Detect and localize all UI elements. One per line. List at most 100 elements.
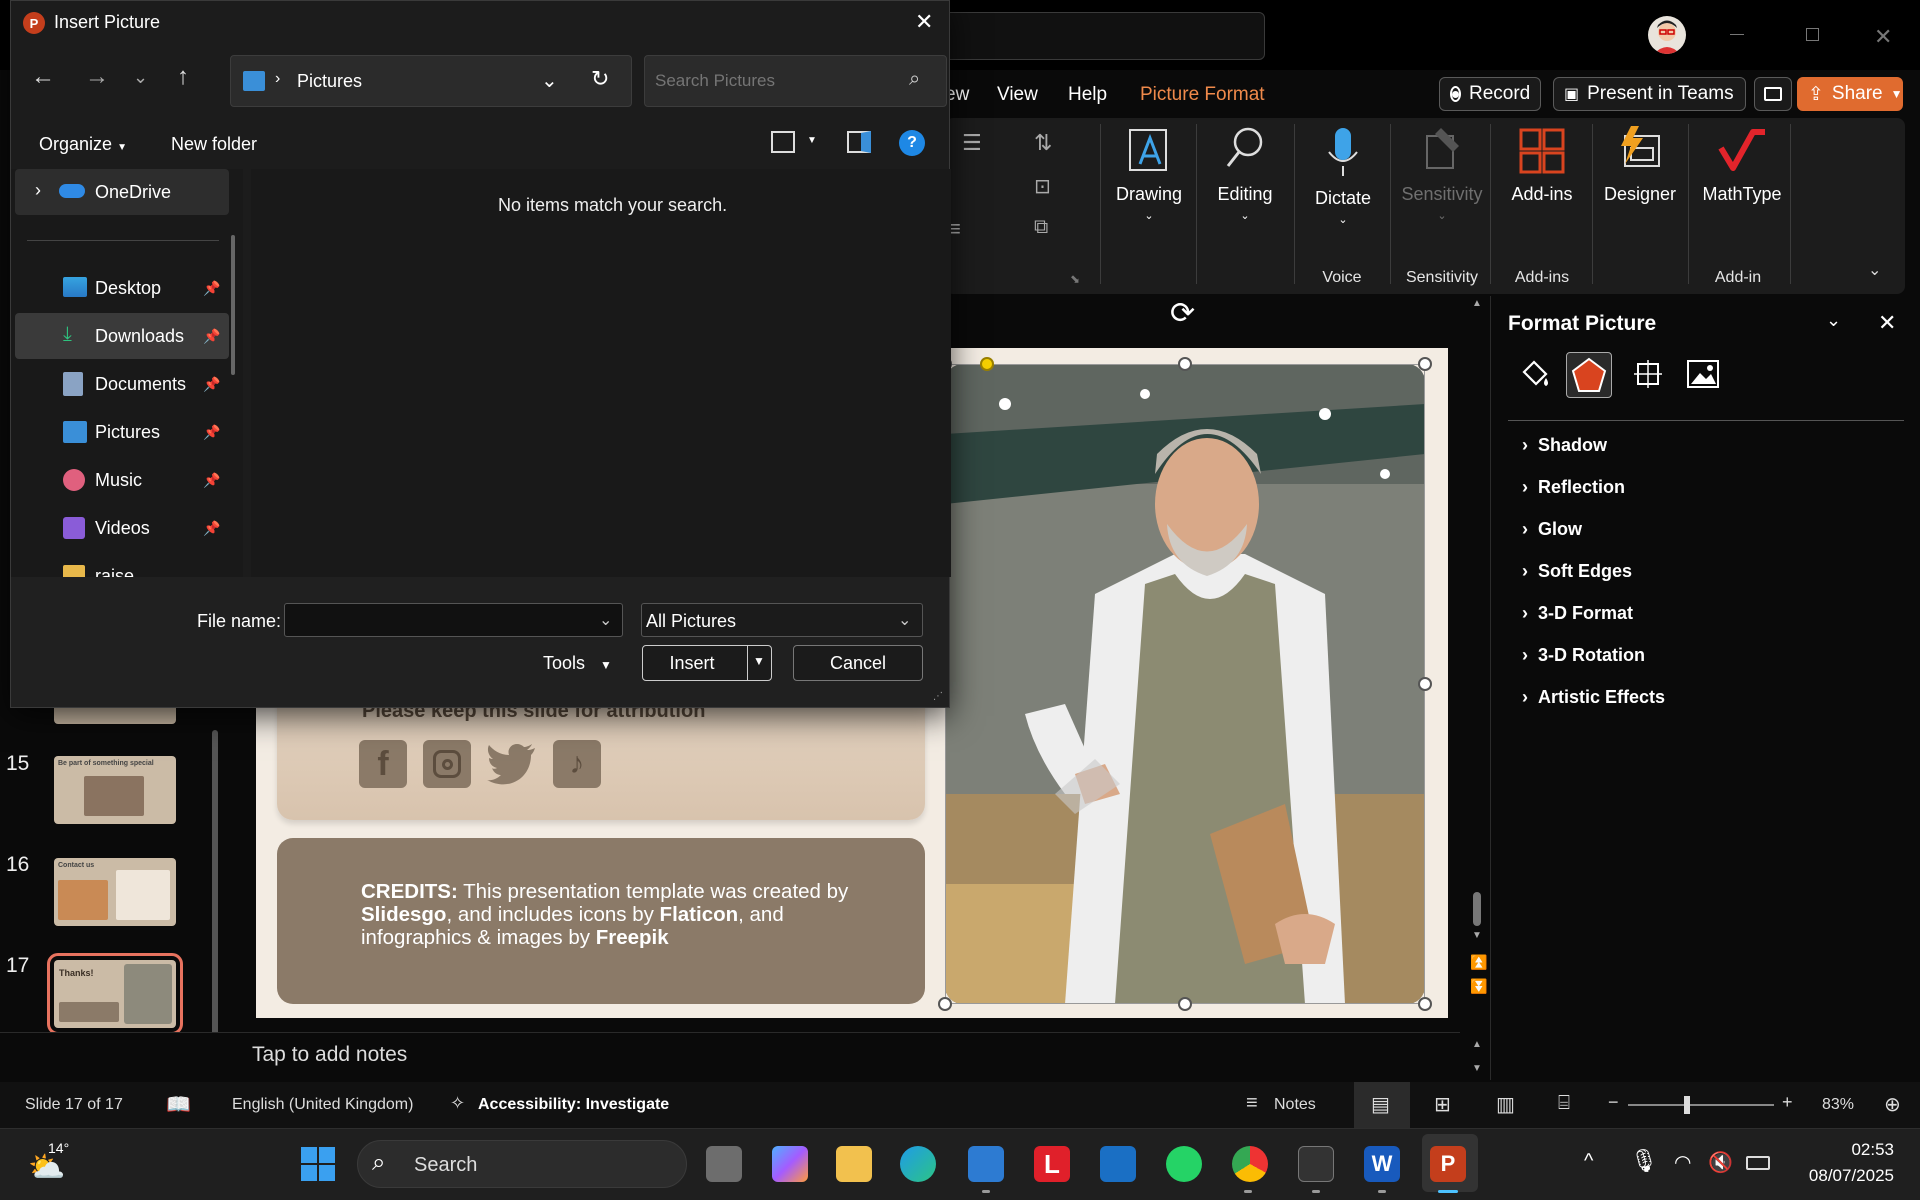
pin-icon[interactable]: 📌	[203, 328, 220, 345]
insert-options-chevron-icon[interactable]: ▼	[753, 654, 765, 668]
notes-pane[interactable]: Tap to add notes ▲ ▼	[0, 1032, 1482, 1078]
line-spacing-icon[interactable]: ☰	[962, 130, 982, 156]
task-view-icon[interactable]	[706, 1146, 742, 1182]
notes-toggle[interactable]: Notes	[1274, 1096, 1316, 1114]
text-direction-icon[interactable]: ⇅	[1034, 130, 1052, 156]
minimize-icon[interactable]	[1730, 34, 1744, 35]
insert-button[interactable]: Insert ▼	[642, 645, 772, 681]
section-reflection[interactable]: › Reflection	[1522, 477, 1625, 498]
pin-icon[interactable]: 📌	[203, 376, 220, 393]
align-text-icon[interactable]: ⊡	[1034, 174, 1051, 199]
share-button[interactable]: ⇪ Share ▼	[1797, 77, 1903, 111]
section-3d-format[interactable]: › 3-D Format	[1522, 603, 1633, 624]
breadcrumb-pictures[interactable]: Pictures	[297, 71, 362, 92]
window-close-icon[interactable]: ✕	[1874, 24, 1892, 50]
help-icon[interactable]: ?	[899, 130, 925, 156]
file-type-select[interactable]: All Pictures ⌄	[641, 603, 923, 637]
wifi-icon[interactable]: ◠	[1674, 1150, 1691, 1175]
slideshow-icon[interactable]: ⌸	[1558, 1092, 1570, 1115]
adjustment-handle[interactable]	[980, 357, 994, 371]
nav-onedrive[interactable]: › OneDrive	[15, 169, 229, 215]
scroll-down-icon[interactable]: ▼	[1472, 930, 1482, 941]
zoom-slider-thumb[interactable]	[1684, 1096, 1690, 1114]
rotate-handle-icon[interactable]: ⟳	[1170, 296, 1195, 331]
collapse-ribbon-icon[interactable]: ⌄	[1868, 260, 1881, 280]
dictate-button[interactable]: Dictate ⌄	[1306, 124, 1380, 226]
lastpass-icon[interactable]: L	[1034, 1146, 1070, 1182]
picture-icon[interactable]	[1686, 358, 1720, 390]
dialog-close-icon[interactable]: ✕	[915, 9, 933, 35]
slide-thumbnail-16[interactable]: Contact us	[54, 858, 176, 926]
nav-music[interactable]: Music 📌	[15, 457, 225, 503]
weather-temperature[interactable]: 14°	[48, 1140, 69, 1156]
fill-line-icon[interactable]	[1518, 356, 1552, 390]
tools-menu[interactable]: Tools ▼	[543, 653, 612, 674]
chrome-icon[interactable]	[1232, 1146, 1268, 1182]
pin-icon[interactable]: 📌	[203, 472, 220, 489]
app-icon[interactable]	[1298, 1146, 1334, 1182]
nav-scrollbar[interactable]	[231, 235, 235, 375]
slide-sorter-icon[interactable]: ⊞	[1434, 1092, 1451, 1117]
section-soft-edges[interactable]: › Soft Edges	[1522, 561, 1632, 582]
tab-view[interactable]: View	[997, 84, 1038, 106]
outlook-icon[interactable]	[1100, 1146, 1136, 1182]
nav-videos[interactable]: Videos 📌	[15, 505, 225, 551]
nav-documents[interactable]: Documents 📌	[15, 361, 225, 407]
nav-downloads[interactable]: ⤓ Downloads 📌	[15, 313, 229, 359]
change-view-icon[interactable]	[771, 131, 795, 153]
language-indicator[interactable]: English (United Kingdom)	[232, 1096, 413, 1114]
designer-button[interactable]: Designer	[1600, 124, 1680, 205]
resize-handle[interactable]	[1178, 357, 1192, 371]
search-pictures-input[interactable]	[655, 68, 895, 94]
notes-placeholder[interactable]: Tap to add notes	[252, 1043, 407, 1067]
powerpoint-taskbar-icon[interactable]: P	[1430, 1146, 1466, 1182]
pin-icon[interactable]: 📌	[203, 280, 220, 297]
section-glow[interactable]: › Glow	[1522, 519, 1582, 540]
scroll-up-icon[interactable]: ▲	[1472, 1039, 1482, 1050]
start-button[interactable]	[300, 1146, 336, 1182]
thumbnail-scrollbar[interactable]	[212, 730, 218, 1050]
section-artistic-effects[interactable]: › Artistic Effects	[1522, 687, 1665, 708]
section-shadow[interactable]: › Shadow	[1522, 435, 1607, 456]
resize-handle[interactable]	[1418, 997, 1432, 1011]
refresh-icon[interactable]: ↻	[591, 66, 609, 92]
smartart-icon[interactable]: ⧉	[1034, 216, 1048, 239]
address-dropdown-icon[interactable]: ⌄	[541, 68, 558, 93]
scroll-up-icon[interactable]: ▲	[1472, 298, 1482, 309]
previous-slide-icon[interactable]: ⏫	[1470, 954, 1487, 971]
dialog-launcher-icon[interactable]: ⬊	[1070, 272, 1080, 286]
speaker-muted-icon[interactable]: 🔇	[1708, 1150, 1733, 1175]
preview-pane-icon[interactable]	[847, 131, 871, 153]
zoom-level[interactable]: 83%	[1822, 1096, 1854, 1114]
zoom-slider[interactable]	[1628, 1104, 1774, 1106]
slide-thumbnail-17[interactable]: Thanks!	[47, 953, 183, 1035]
search-pictures-box[interactable]: ⌕	[644, 55, 947, 107]
new-folder-button[interactable]: New folder	[171, 134, 257, 155]
back-icon[interactable]: ←	[31, 63, 55, 91]
mathtype-button[interactable]: MathType	[1696, 124, 1788, 205]
reading-view-icon[interactable]: ▥	[1496, 1092, 1515, 1117]
slide-thumbnail-15[interactable]: Be part of something special	[54, 756, 176, 824]
app-search-box[interactable]	[938, 12, 1265, 60]
address-bar[interactable]: › Pictures ⌄ ↻	[230, 55, 632, 107]
microphone-icon[interactable]: 🎙	[1630, 1148, 1658, 1174]
resize-grip-icon[interactable]: ⋰	[933, 691, 943, 702]
nav-pictures[interactable]: Pictures 📌	[15, 409, 225, 455]
battery-icon[interactable]	[1746, 1156, 1770, 1170]
file-name-field[interactable]: ⌄	[284, 603, 623, 637]
copilot-icon[interactable]	[772, 1146, 808, 1182]
chevron-right-icon[interactable]: ›	[35, 180, 41, 201]
zoom-out-icon[interactable]: −	[1608, 1092, 1619, 1113]
file-list[interactable]: No items match your search.	[251, 169, 951, 577]
chevron-down-icon[interactable]: ⌄	[599, 610, 612, 630]
resize-handle[interactable]	[1178, 997, 1192, 1011]
slide-scrollbar-thumb[interactable]	[1473, 892, 1481, 926]
word-icon[interactable]: W	[1364, 1146, 1400, 1182]
taskbar-search[interactable]: ⌕ Search	[357, 1140, 687, 1188]
add-ins-button[interactable]: Add-ins	[1502, 124, 1582, 205]
store-icon[interactable]	[968, 1146, 1004, 1182]
pin-icon[interactable]: 📌	[203, 520, 220, 537]
next-slide-icon[interactable]: ⏬	[1470, 978, 1487, 995]
pin-icon[interactable]: 📌	[203, 424, 220, 441]
fit-to-window-icon[interactable]: ⊕	[1884, 1092, 1901, 1117]
